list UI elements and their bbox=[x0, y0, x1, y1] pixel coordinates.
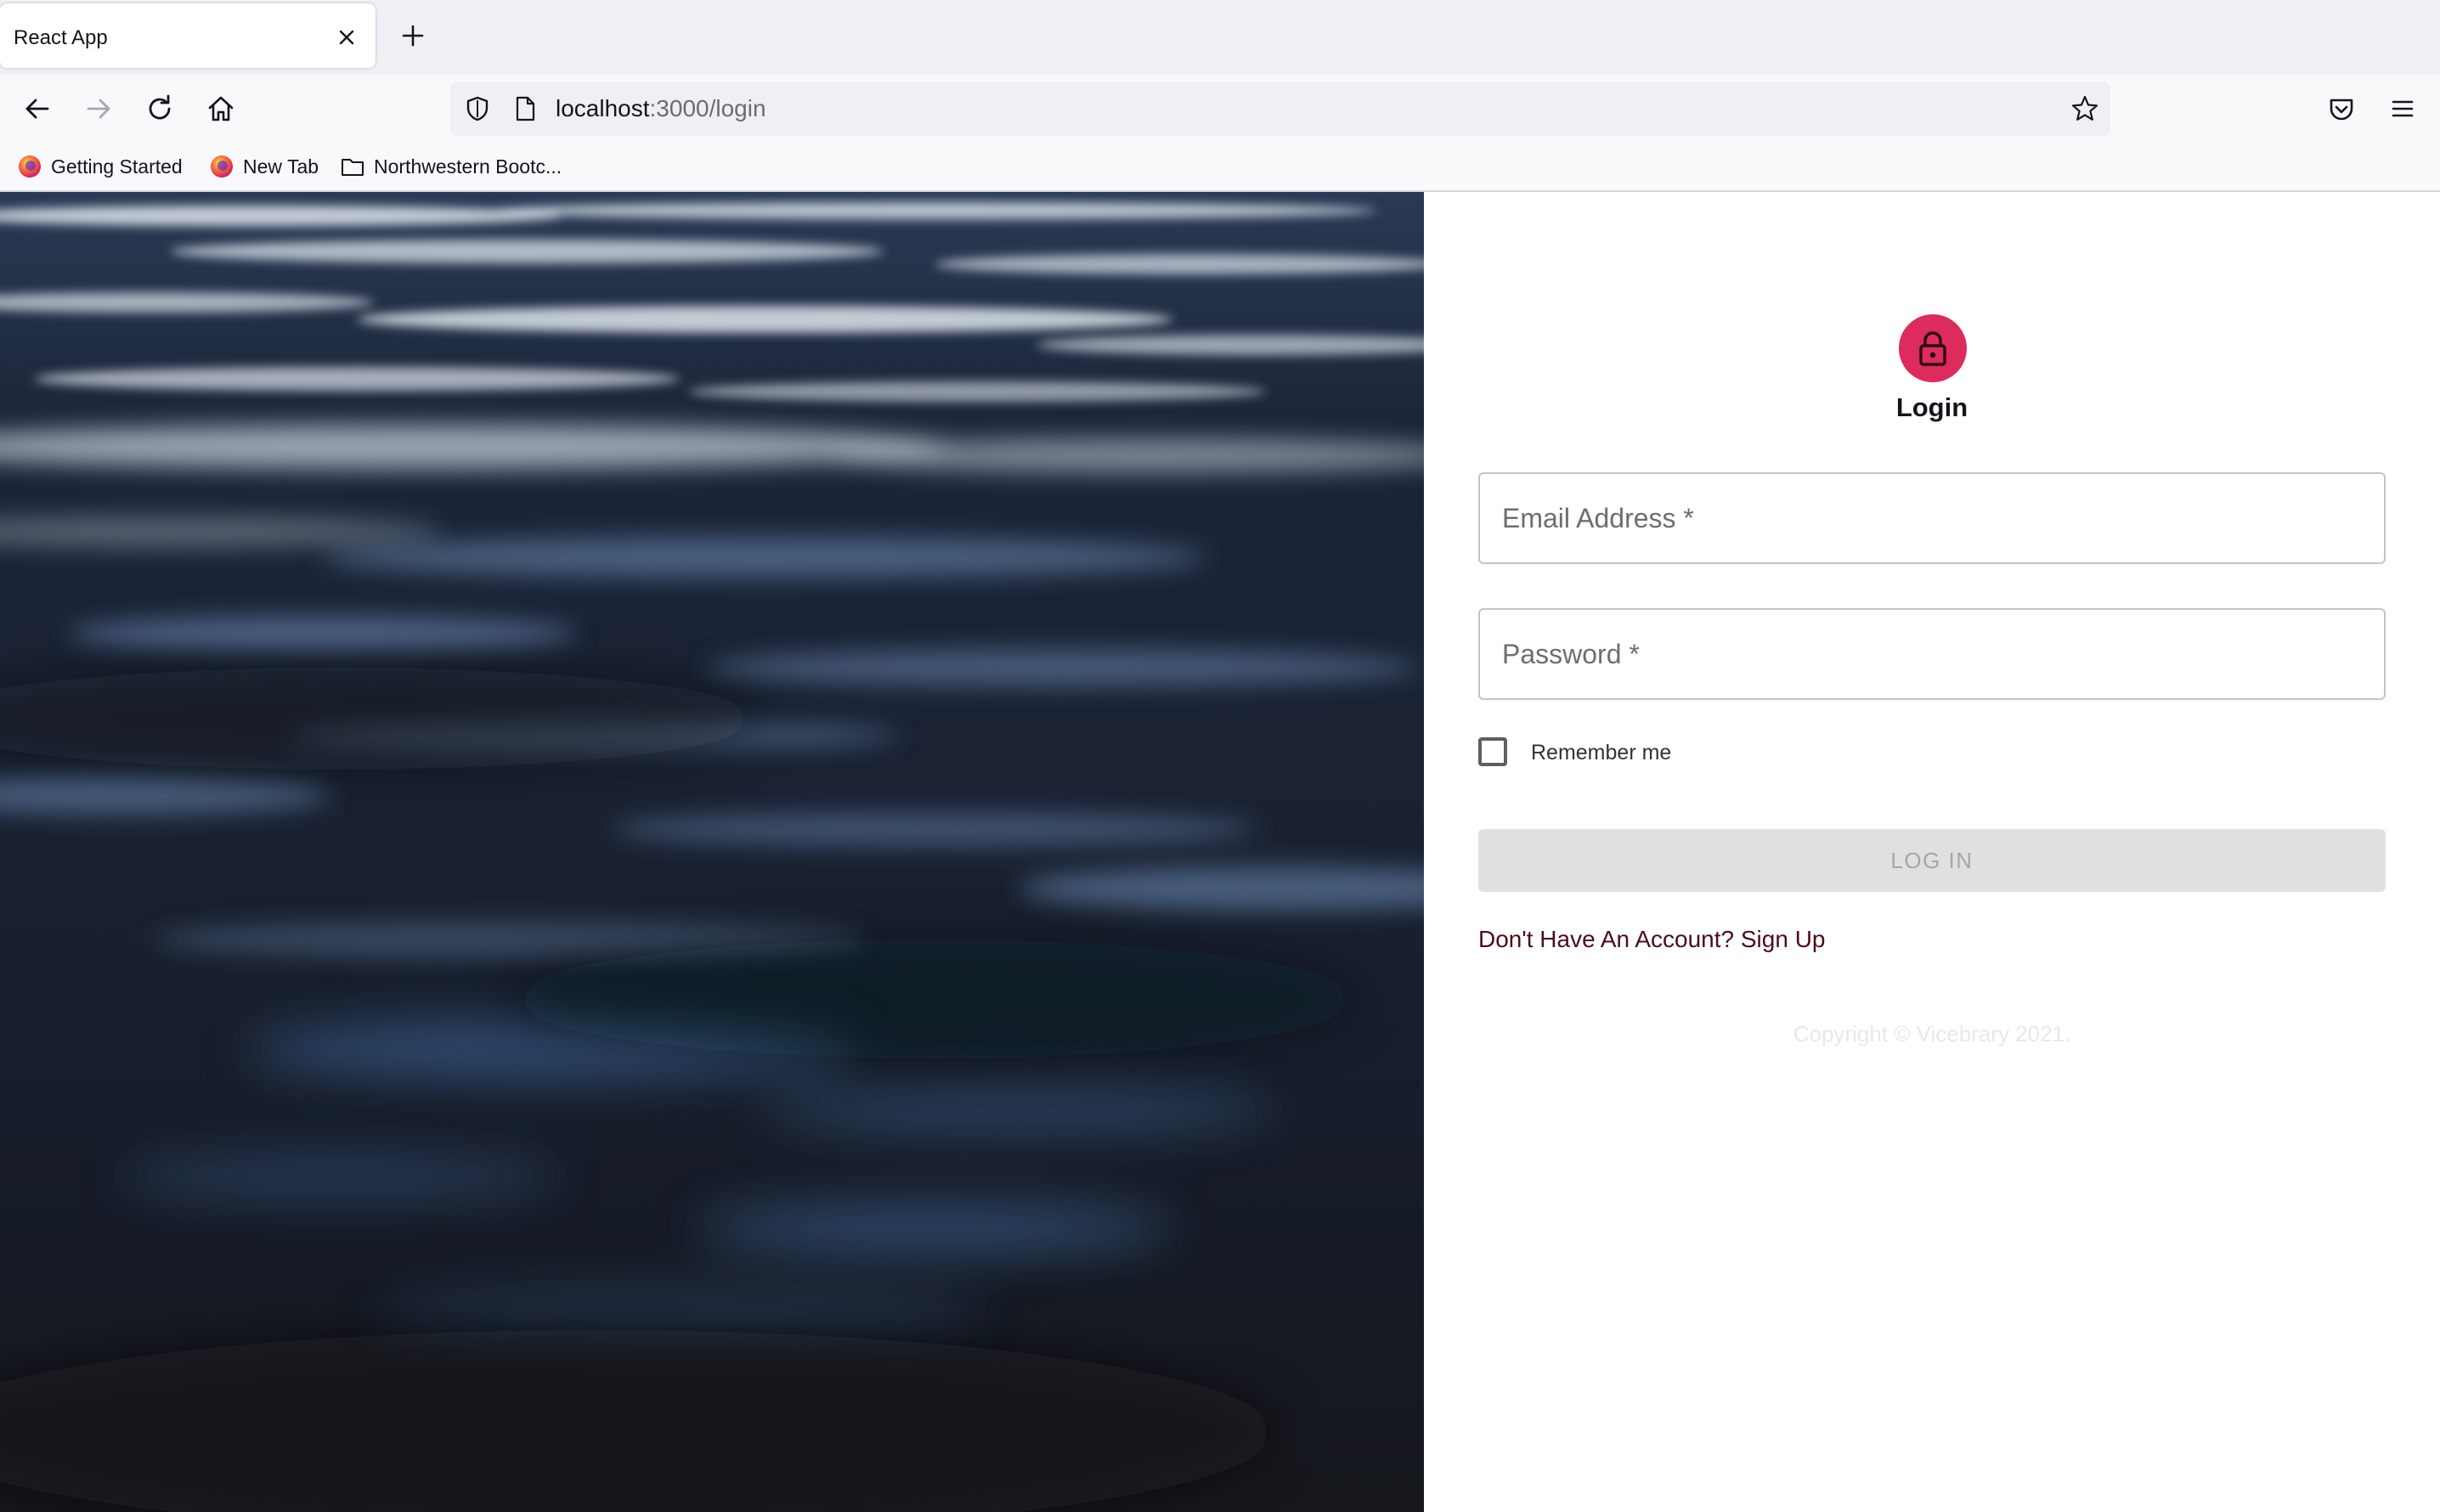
tab-title: React App bbox=[14, 26, 108, 49]
shield-icon[interactable] bbox=[462, 93, 493, 124]
remember-label: Remember me bbox=[1531, 741, 1672, 764]
hero-image bbox=[0, 192, 1424, 1512]
url-bar[interactable]: localhost:3000/login bbox=[450, 82, 2110, 136]
home-icon[interactable] bbox=[204, 92, 238, 126]
lock-avatar bbox=[1899, 314, 1967, 382]
url-path: :3000/login bbox=[649, 95, 766, 121]
bookmark-label: New Tab bbox=[243, 155, 319, 178]
browser-tab[interactable]: React App bbox=[0, 3, 376, 68]
water-ripples-image bbox=[0, 192, 1424, 1512]
lock-icon bbox=[1919, 331, 1946, 366]
copyright-text: Copyright © Vicebrary 2021. bbox=[1793, 1021, 2071, 1047]
firefox-logo-icon bbox=[211, 155, 233, 178]
password-field bbox=[1478, 608, 2386, 700]
remember-checkbox[interactable] bbox=[1478, 737, 1507, 766]
signup-link[interactable]: Don't Have An Account? Sign Up bbox=[1478, 919, 1826, 960]
browser-tab-bar: React App bbox=[0, 0, 2440, 75]
bookmarks-toolbar: Getting Started New Tab Northwestern Boo… bbox=[0, 143, 2440, 192]
close-tab-icon[interactable] bbox=[333, 24, 360, 51]
email-field bbox=[1478, 472, 2386, 564]
bookmark-star-icon[interactable] bbox=[2070, 93, 2100, 124]
url-host: localhost bbox=[556, 95, 650, 121]
url-text[interactable]: localhost:3000/login bbox=[556, 82, 766, 136]
login-button[interactable]: LOG IN bbox=[1478, 829, 2386, 892]
browser-nav-bar: localhost:3000/login bbox=[0, 75, 2440, 143]
menu-icon[interactable] bbox=[2386, 92, 2420, 126]
back-icon[interactable] bbox=[20, 92, 54, 126]
login-title: Login bbox=[1895, 392, 1968, 422]
firefox-logo-icon bbox=[19, 155, 41, 178]
pocket-icon[interactable] bbox=[2324, 92, 2358, 126]
bookmark-new-tab[interactable]: New Tab bbox=[209, 143, 319, 190]
folder-icon bbox=[342, 158, 364, 176]
bookmark-label: Northwestern Bootc... bbox=[374, 155, 562, 178]
forward-icon[interactable] bbox=[82, 92, 116, 126]
email-input[interactable] bbox=[1480, 474, 2384, 562]
bookmark-folder-northwestern[interactable]: Northwestern Bootc... bbox=[340, 143, 562, 190]
password-input[interactable] bbox=[1480, 610, 2384, 698]
bookmark-label: Getting Started bbox=[51, 155, 183, 178]
reload-icon[interactable] bbox=[143, 92, 177, 126]
new-tab-icon[interactable] bbox=[398, 20, 428, 51]
bookmark-getting-started[interactable]: Getting Started bbox=[17, 143, 183, 190]
login-panel: Login Remember me LOG IN Don't Have An A… bbox=[1424, 192, 2440, 1512]
page-icon bbox=[516, 96, 535, 121]
